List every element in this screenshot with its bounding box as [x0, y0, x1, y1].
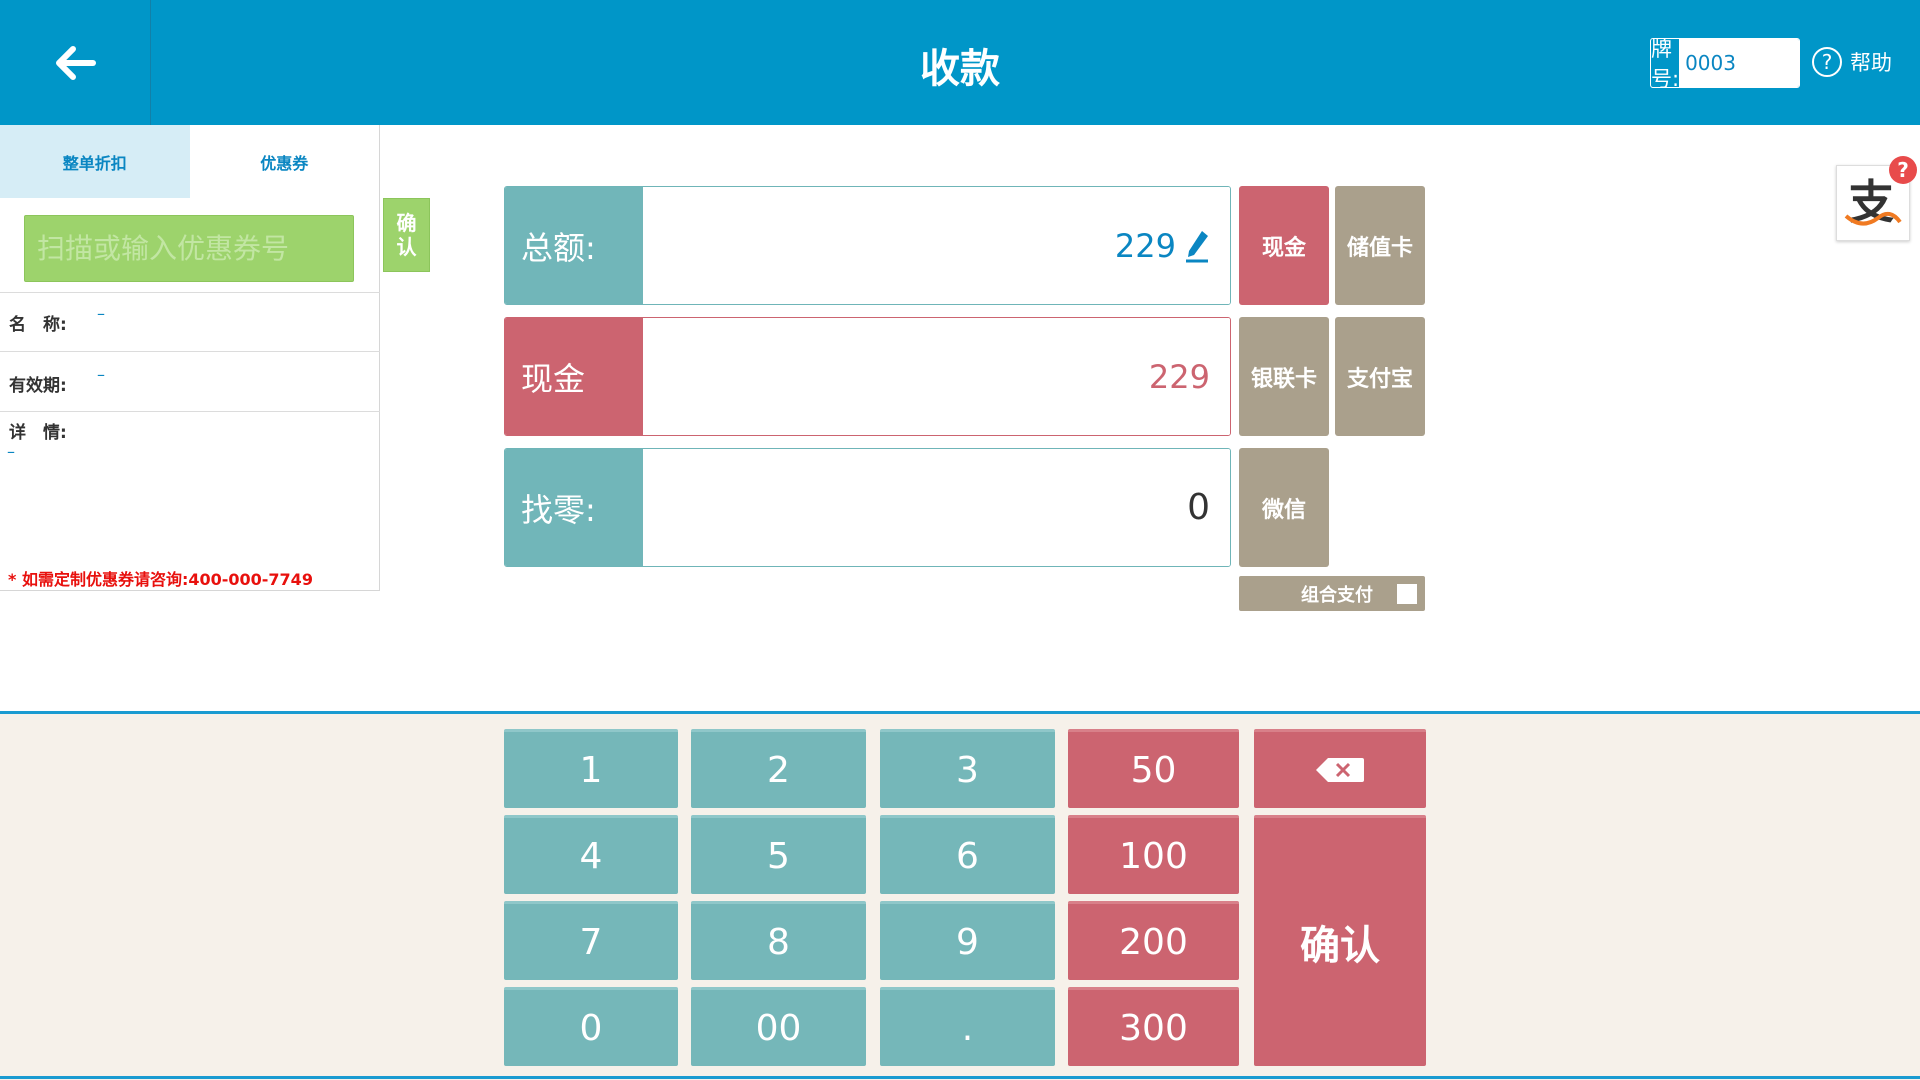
- pencil-icon[interactable]: [1184, 229, 1210, 263]
- coupon-input[interactable]: [24, 215, 354, 282]
- combo-payment-label: 组合支付: [1301, 584, 1373, 606]
- plate-number-input[interactable]: [1679, 39, 1799, 87]
- backspace-icon: [1316, 758, 1364, 782]
- alipay-icon: 支: [1844, 174, 1902, 232]
- keypad-area: 1 2 3 50 4 5 6 100 7 8 9 200 0 00 . 300 …: [0, 711, 1920, 1080]
- total-amount-field[interactable]: 229: [643, 187, 1230, 304]
- change-amount-value: 0: [1187, 487, 1210, 528]
- coupon-name-label: 名 称:: [9, 315, 67, 335]
- cash-amount-value: 229: [1148, 357, 1210, 396]
- key-1[interactable]: 1: [504, 729, 678, 808]
- alipay-float-button[interactable]: 支 ?: [1836, 156, 1917, 241]
- key-5[interactable]: 5: [691, 815, 866, 894]
- change-amount-field: 0: [643, 449, 1230, 566]
- cash-amount-row: 现金 229: [504, 317, 1231, 436]
- top-header: 收款 牌号: ? 帮助: [0, 0, 1920, 125]
- change-label: 找零:: [505, 449, 643, 566]
- coupon-name-row: 名 称: –: [0, 292, 380, 351]
- help-label: 帮助: [1850, 51, 1892, 75]
- coupon-expiry-value: –: [97, 365, 105, 384]
- coupon-detail-row: 详 情: –: [0, 411, 380, 591]
- question-circle-icon: ?: [1812, 47, 1842, 77]
- key-50[interactable]: 50: [1068, 729, 1239, 808]
- key-9[interactable]: 9: [880, 901, 1055, 980]
- key-200[interactable]: 200: [1068, 901, 1239, 980]
- method-stored-card-button[interactable]: 储值卡: [1335, 186, 1425, 305]
- bottom-divider: [0, 1076, 1920, 1079]
- cash-amount-field[interactable]: 229: [643, 318, 1230, 435]
- key-3[interactable]: 3: [880, 729, 1055, 808]
- total-amount-value: 229: [1114, 226, 1176, 265]
- coupon-expiry-row: 有效期: –: [0, 351, 380, 411]
- method-wechat-button[interactable]: 微信: [1239, 448, 1329, 567]
- discount-tabs: 整单折扣 优惠券: [0, 125, 379, 198]
- key-300[interactable]: 300: [1068, 987, 1239, 1066]
- key-backspace[interactable]: [1254, 729, 1426, 808]
- help-button[interactable]: ? 帮助: [1812, 44, 1892, 80]
- tab-order-discount[interactable]: 整单折扣: [0, 125, 190, 198]
- coupon-name-value: –: [97, 304, 105, 323]
- key-8[interactable]: 8: [691, 901, 866, 980]
- key-6[interactable]: 6: [880, 815, 1055, 894]
- key-7[interactable]: 7: [504, 901, 678, 980]
- method-alipay-button[interactable]: 支付宝: [1335, 317, 1425, 436]
- plate-number-label: 牌号:: [1651, 38, 1680, 88]
- alipay-badge: ?: [1889, 156, 1917, 184]
- arrow-left-icon: [56, 45, 96, 80]
- tab-coupon[interactable]: 优惠券: [190, 125, 380, 198]
- combo-payment-checkbox[interactable]: [1397, 583, 1417, 604]
- coupon-confirm-button[interactable]: 确认: [383, 198, 430, 272]
- change-amount-row: 找零: 0: [504, 448, 1231, 567]
- coupon-notice: * 如需定制优惠券请咨询:400-000-7749: [8, 570, 313, 589]
- back-button[interactable]: [0, 0, 151, 125]
- key-dot[interactable]: .: [880, 987, 1055, 1066]
- key-0[interactable]: 0: [504, 987, 678, 1066]
- confirm-payment-button[interactable]: 确认: [1254, 815, 1426, 1066]
- combo-payment-toggle[interactable]: 组合支付: [1239, 576, 1425, 611]
- key-100[interactable]: 100: [1068, 815, 1239, 894]
- key-2[interactable]: 2: [691, 729, 866, 808]
- total-amount-row: 总额: 229: [504, 186, 1231, 305]
- coupon-detail-value: –: [7, 442, 15, 461]
- coupon-detail-label: 详 情:: [9, 423, 67, 443]
- cash-label: 现金: [505, 318, 643, 435]
- key-00[interactable]: 00: [691, 987, 866, 1066]
- plate-number-box: 牌号:: [1650, 38, 1800, 88]
- page-title: 收款: [920, 46, 1000, 92]
- method-cash-button[interactable]: 现金: [1239, 186, 1329, 305]
- coupon-expiry-label: 有效期:: [9, 376, 67, 396]
- coupon-confirm-label: 确认: [396, 211, 417, 259]
- key-4[interactable]: 4: [504, 815, 678, 894]
- total-label: 总额:: [505, 187, 643, 304]
- coupon-panel: 整单折扣 优惠券 名 称: – 有效期: – 详 情: – * 如需定制优惠券请…: [0, 125, 380, 591]
- method-unionpay-button[interactable]: 银联卡: [1239, 317, 1329, 436]
